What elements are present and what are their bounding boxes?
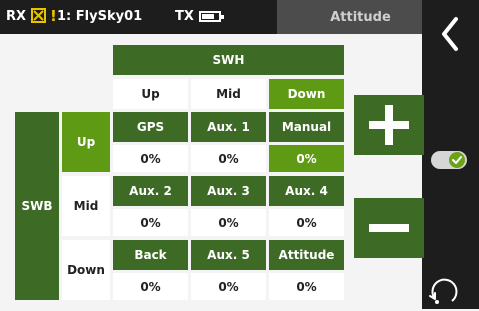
col-up-header: Up <box>113 79 188 109</box>
col-down-header[interactable]: Down <box>269 79 344 109</box>
mode-cell[interactable]: GPS <box>113 112 188 142</box>
model-name: 1: FlySky01 <box>57 9 143 24</box>
col-mid-header: Mid <box>191 79 266 109</box>
toggle-check-icon <box>431 151 467 169</box>
row-up-header[interactable]: Up <box>62 112 110 172</box>
mode-cell[interactable]: Aux. 1 <box>191 112 266 142</box>
minus-icon <box>369 224 409 232</box>
value-cell[interactable]: 0% <box>269 273 344 300</box>
mode-cell[interactable]: Aux. 2 <box>113 176 188 206</box>
toggle-switch[interactable] <box>430 149 468 171</box>
rx-disconnected-icon <box>31 8 46 23</box>
decrease-button[interactable] <box>354 198 424 258</box>
tx-battery-fill <box>202 14 214 19</box>
refresh-button[interactable] <box>426 271 462 307</box>
value-cell[interactable]: 0% <box>191 273 266 300</box>
mode-cell[interactable]: Back <box>113 240 188 270</box>
increase-button[interactable] <box>354 95 424 155</box>
value-cell[interactable]: 0% <box>191 145 266 172</box>
swh-header: SWH <box>113 45 344 75</box>
mode-cell[interactable]: Aux. 4 <box>269 176 344 206</box>
value-cell[interactable]: 0% <box>191 209 266 236</box>
value-cell-selected[interactable]: 0% <box>269 145 344 172</box>
mode-cell[interactable]: Aux. 5 <box>191 240 266 270</box>
back-button[interactable] <box>432 12 468 56</box>
chevron-left-icon <box>442 17 458 51</box>
mode-cell[interactable]: Attitude <box>269 240 344 270</box>
value-cell[interactable]: 0% <box>269 209 344 236</box>
rx-label: RX <box>6 9 27 24</box>
row-down-header: Down <box>62 240 110 300</box>
value-cell[interactable]: 0% <box>113 273 188 300</box>
warning-icon: ! <box>50 7 57 25</box>
refresh-icon <box>429 278 458 304</box>
swb-header: SWB <box>15 112 59 300</box>
page-title: Attitude <box>277 0 422 34</box>
value-cell[interactable]: 0% <box>113 209 188 236</box>
tx-battery-icon <box>199 11 224 22</box>
mode-cell[interactable]: Aux. 3 <box>191 176 266 206</box>
row-mid-header: Mid <box>62 176 110 236</box>
right-sidebar <box>422 0 479 309</box>
value-cell[interactable]: 0% <box>113 145 188 172</box>
tx-battery-nub <box>221 15 224 19</box>
plus-icon-vertical <box>385 105 393 145</box>
status-bar: RX ! 1: FlySky01 TX Attitude <box>0 0 422 34</box>
tx-label: TX <box>175 9 194 24</box>
mode-cell-selected[interactable]: Manual <box>269 112 344 142</box>
